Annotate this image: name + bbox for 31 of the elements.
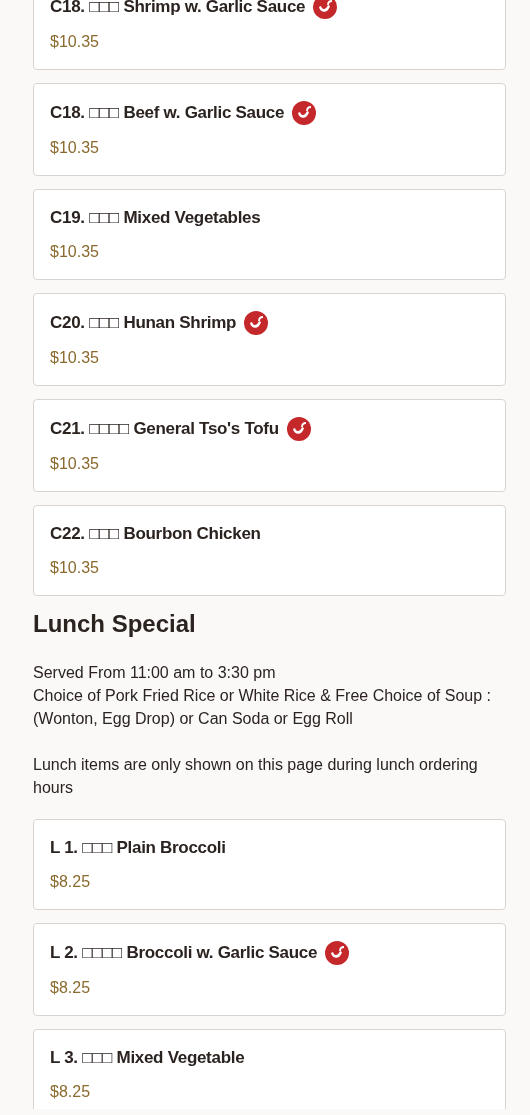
section-description: Served From 11:00 am to 3:30 pm [33,663,277,683]
item-name: C19. □□□ Mixed Vegetables [50,207,261,229]
menu-item-card[interactable]: C21. □□□□ General Tso's Tofu $10.35 [33,399,506,492]
item-price: $10.35 [50,242,100,262]
item-name: L 3. □□□ Mixed Vegetable [50,1047,245,1069]
item-name: C21. □□□□ General Tso's Tofu [50,418,279,440]
item-price: $10.35 [50,138,100,158]
menu-item-card[interactable]: C19. □□□ Mixed Vegetables $10.35 [33,189,506,280]
item-price: $10.35 [50,32,100,52]
item-name: L 1. □□□ Plain Broccoli [50,837,226,859]
menu-item-card[interactable]: L 3. □□□ Mixed Vegetable $8.25 [33,1029,506,1109]
menu-item-card[interactable]: L 1. □□□ Plain Broccoli $8.25 [33,819,506,910]
menu-item-card[interactable]: L 2. □□□□ Broccoli w. Garlic Sauce $8.25 [33,923,506,1016]
item-name: C22. □□□ Bourbon Chicken [50,523,261,545]
item-name: L 2. □□□□ Broccoli w. Garlic Sauce [50,942,318,964]
menu-item-card[interactable]: C20. □□□ Hunan Shrimp $10.35 [33,293,506,386]
item-price: $10.35 [50,348,100,368]
menu-item-card[interactable]: C18. □□□ Beef w. Garlic Sauce $10.35 [33,83,506,176]
item-price: $10.35 [50,454,100,474]
item-name: C20. □□□ Hunan Shrimp [50,312,237,334]
item-name: C18. □□□ Beef w. Garlic Sauce [50,102,285,124]
item-price: $8.25 [50,978,92,998]
section-title: Lunch Special [33,609,197,639]
lunch-hours-note: Lunch items are only shown on this page during lunch ordering hours [33,755,479,798]
item-price: $8.25 [50,872,92,892]
section-description: Choice of Pork Fried Rice or White Rice & Free Choice of Soup : (Wonton, Egg Drop) or Can Soda or Egg Roll [33,686,492,729]
item-price: $10.35 [50,558,100,578]
item-name: C18. □□□ Shrimp w. Garlic Sauce [50,0,306,18]
menu-item-card[interactable]: C22. □□□ Bourbon Chicken $10.35 [33,505,506,596]
item-price: $8.25 [50,1082,92,1102]
menu-item-card[interactable]: C18. □□□ Shrimp w. Garlic Sauce $10.35 [33,0,506,70]
